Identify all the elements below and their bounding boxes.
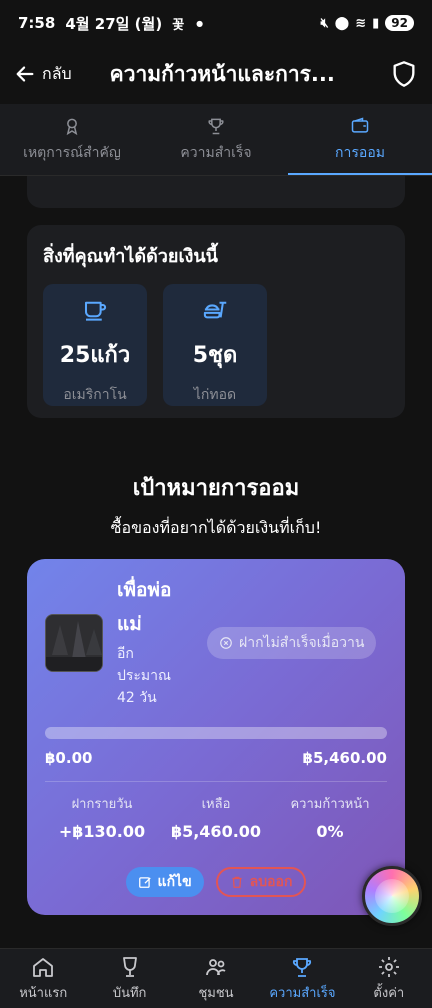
goal-actions: แก้ไข ลบออก [27, 867, 405, 897]
edit-label: แก้ไข [157, 874, 192, 890]
stat-label: เหลือ [201, 797, 231, 812]
spend-item-chicken: 5ชุด ไก่ทอด [163, 284, 267, 406]
trash-icon [232, 876, 242, 888]
fastfood-icon [203, 301, 227, 319]
badge-label: ฝากไม่สำเร็จเมื่อวาน [239, 635, 365, 651]
tab-label: การออม [335, 144, 385, 161]
wallet-icon [351, 116, 369, 133]
spend-label: อเมริกาโน [63, 387, 127, 403]
amount-saved: ฿0.00 [45, 749, 93, 767]
people-icon [206, 958, 226, 975]
goal-name: เพื่อพ่อ แม่ [117, 573, 197, 641]
back-label: กลับ [42, 63, 72, 83]
goal-name-line: แม่ [117, 613, 142, 635]
deposit-failed-badge: ฝากไม่สำเร็จเมื่อวาน [207, 627, 377, 659]
goal-progress-bar [45, 727, 387, 739]
trophy-icon [293, 957, 312, 977]
nav-label: ตั้งค่า [373, 985, 405, 1001]
battery-badge: 92 [385, 15, 414, 31]
goal-eta: อีก ประมาณ 42 วัน [117, 643, 197, 709]
nav-community[interactable]: ชุมชน [173, 949, 259, 1008]
app-bar: กลับ ความก้าวหน้าและการ... [0, 46, 432, 102]
spend-title: สิ่งที่คุณทำได้ด้วยเงินนี้ [43, 246, 218, 267]
goals-subtitle: ซื้อของที่อยากได้ด้วยเงินที่เก็บ! [110, 518, 322, 537]
mute-icon: 🔇︎ [320, 15, 329, 31]
stat-progress: ความก้าวหน้า 0% [273, 793, 387, 841]
gear-icon [378, 956, 399, 977]
delete-label: ลบออก [249, 874, 293, 890]
edit-icon [138, 877, 151, 888]
spend-label: ไก่ทอด [193, 387, 237, 403]
goal-card[interactable]: เพื่อพ่อ แม่ อีก ประมาณ 42 วัน ฝากไม่สำเ… [27, 559, 405, 915]
nav-record[interactable]: บันทึก [86, 949, 172, 1008]
award-icon [66, 118, 78, 135]
nav-label: หน้าแรก [19, 985, 68, 1001]
location-icon: ⬤ [334, 15, 350, 31]
stat-value: ฿5,460.00 [170, 822, 262, 841]
x-circle-icon [220, 637, 232, 649]
goal-eta-line: 42 วัน [117, 690, 157, 706]
divider [45, 781, 387, 782]
nav-home[interactable]: หน้าแรก [0, 949, 86, 1008]
delete-button[interactable]: ลบออก [215, 867, 307, 897]
nav-label: ความสำเร็จ [269, 985, 336, 1001]
home-icon [33, 957, 54, 977]
status-time: 7:58 [18, 14, 56, 32]
tab-label: ความสำเร็จ [180, 144, 252, 161]
status-icons: 🔇︎ ⬤ ≋ ▮ 92 [320, 15, 414, 31]
stat-value: +฿130.00 [58, 822, 146, 841]
signal-icon: ▮ [372, 15, 380, 31]
edit-button[interactable]: แก้ไข [125, 867, 204, 897]
spend-value: 5ชุด [192, 343, 238, 368]
spend-item-coffee: 25แก้ว อเมริกาโน [43, 284, 147, 406]
trophy-icon [208, 118, 224, 134]
glass-icon [122, 956, 137, 977]
previous-card-stub [27, 176, 405, 208]
nav-label: บันทึก [112, 985, 147, 1001]
bottom-nav: หน้าแรก บันทึก ชุมชน ความสำเร็จ ตั้งค่า [0, 948, 432, 1008]
assistant-orb-button[interactable] [362, 866, 422, 926]
nav-settings[interactable]: ตั้งค่า [346, 949, 432, 1008]
goal-image [45, 614, 103, 672]
tab-achievements[interactable]: ความสำเร็จ [144, 104, 288, 175]
goal-stats: ฝากรายวัน +฿130.00 เหลือ ฿5,460.00 ความก… [45, 793, 387, 841]
status-bar: 7:58 4월 27일 (월) 꽃 ● 🔇︎ ⬤ ≋ ▮ 92 [0, 0, 432, 46]
goal-eta-line: อีก [117, 646, 134, 662]
status-date: 4월 27일 (월) [65, 14, 163, 33]
amount-target: ฿5,460.00 [302, 749, 387, 767]
spend-value: 25แก้ว [59, 343, 131, 368]
stat-value: 0% [316, 822, 344, 841]
nav-achievements[interactable]: ความสำเร็จ [259, 949, 345, 1008]
shield-icon[interactable] [390, 60, 418, 88]
orb-glow [375, 879, 409, 913]
tab-savings[interactable]: การออม [288, 104, 432, 175]
goal-name-line: เพื่อพ่อ [117, 579, 172, 601]
tab-label: เหตุการณ์สำคัญ [23, 144, 121, 161]
wifi-icon: ≋ [355, 15, 367, 31]
stat-label: ความก้าวหน้า [290, 797, 370, 812]
notification-dot-icon: ● [196, 18, 204, 28]
stat-daily: ฝากรายวัน +฿130.00 [45, 793, 159, 841]
goal-image-graphic [46, 615, 102, 671]
goal-eta-line: ประมาณ [117, 668, 172, 684]
tab-milestones[interactable]: เหตุการณ์สำคัญ [0, 104, 144, 175]
page-title: ความก้าวหน้าและการ... [109, 61, 335, 86]
status-extra: 꽃 [172, 17, 185, 33]
tab-bar: เหตุการณ์สำคัญ ความสำเร็จ การออม [0, 104, 432, 176]
coffee-cup-icon [84, 301, 107, 321]
arrow-left-icon [16, 66, 34, 82]
back-button[interactable]: กลับ [14, 62, 72, 87]
nav-label: ชุมชน [198, 985, 234, 1001]
stat-remaining: เหลือ ฿5,460.00 [159, 793, 273, 841]
stat-label: ฝากรายวัน [71, 797, 133, 812]
goals-title: เป้าหมายการออม [132, 476, 300, 501]
spend-equivalents-card: สิ่งที่คุณทำได้ด้วยเงินนี้ 25แก้ว อเมริก… [27, 225, 405, 418]
